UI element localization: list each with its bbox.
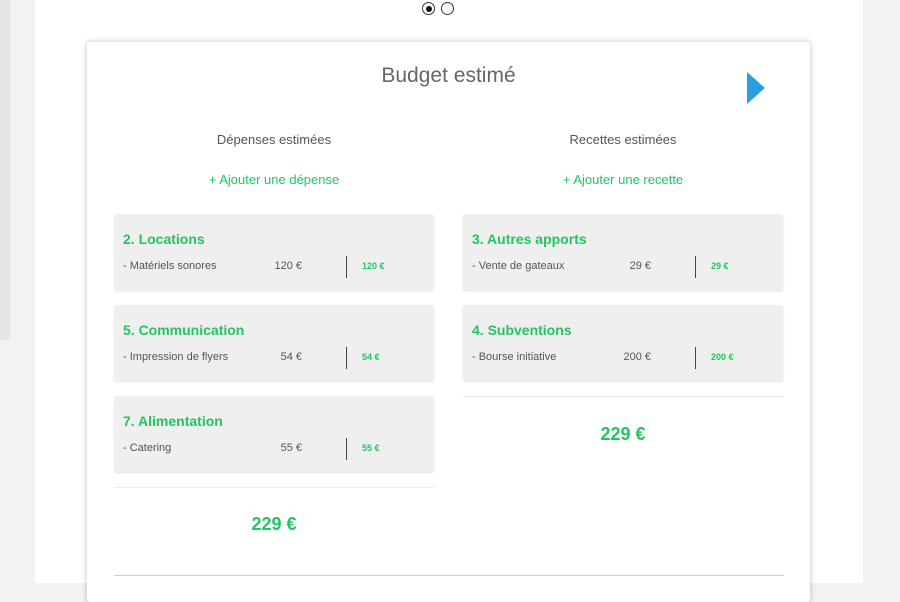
right-panel-edge: [863, 0, 900, 583]
expense-item-label: - Catering: [123, 442, 172, 454]
expense-group-title: 7. Alimentation: [123, 413, 223, 429]
divider: [114, 487, 434, 488]
expense-item-amount: 55 €: [280, 442, 302, 454]
separator: [695, 256, 696, 278]
expense-group-total: 120 €: [362, 261, 385, 271]
expenses-heading: Dépenses estimées: [216, 132, 332, 147]
next-arrow-icon[interactable]: [747, 72, 765, 104]
budget-card: Budget estimé Dépenses estimées + Ajoute…: [87, 42, 810, 602]
pagination-dots: [422, 2, 454, 15]
income-item-amount: 200 €: [623, 351, 651, 363]
add-expense-link[interactable]: + Ajouter une dépense: [114, 172, 434, 187]
expense-item-amount: 120 €: [274, 260, 302, 272]
page-dot-2[interactable]: [441, 2, 454, 15]
expenses-total: 229 €: [251, 514, 297, 534]
expense-group-locations[interactable]: 2. Locations - Matériels sonores 120 € 1…: [114, 214, 434, 290]
expense-item-label: - Matériels sonores: [123, 260, 217, 272]
separator: [346, 256, 347, 278]
expense-group-alimentation[interactable]: 7. Alimentation - Catering 55 € 55 €: [114, 396, 434, 472]
separator: [346, 438, 347, 460]
income-item-label: - Vente de gateaux: [472, 260, 565, 272]
page-dot-1[interactable]: [422, 2, 435, 15]
income-item-label: - Bourse initiative: [472, 351, 557, 363]
income-group-subventions[interactable]: 4. Subventions - Bourse initiative 200 €…: [463, 305, 783, 381]
separator: [695, 347, 696, 369]
divider: [463, 396, 783, 397]
expense-item-label: - Impression de flyers: [123, 351, 229, 363]
add-income-link[interactable]: + Ajouter une recette: [463, 172, 783, 187]
left-panel-edge: [0, 0, 10, 340]
card-title: Budget estimé: [381, 64, 516, 87]
expense-group-total: 54 €: [362, 352, 380, 362]
separator: [346, 347, 347, 369]
income-group-autres-apports[interactable]: 3. Autres apports - Vente de gateaux 29 …: [463, 214, 783, 290]
expense-group-title: 5. Communication: [123, 322, 245, 338]
income-group-title: 3. Autres apports: [472, 231, 587, 247]
expense-item-amount: 54 €: [280, 351, 302, 363]
bottom-divider: [114, 575, 784, 576]
income-group-total: 29 €: [711, 261, 729, 271]
income-group-title: 4. Subventions: [472, 322, 572, 338]
income-group-total: 200 €: [711, 352, 734, 362]
income-total: 229 €: [600, 424, 646, 444]
income-heading: Recettes estimées: [569, 132, 677, 147]
income-item-amount: 29 €: [629, 260, 651, 272]
expense-group-total: 55 €: [362, 443, 380, 453]
expense-group-title: 2. Locations: [123, 231, 205, 247]
expense-group-communication[interactable]: 5. Communication - Impression de flyers …: [114, 305, 434, 381]
